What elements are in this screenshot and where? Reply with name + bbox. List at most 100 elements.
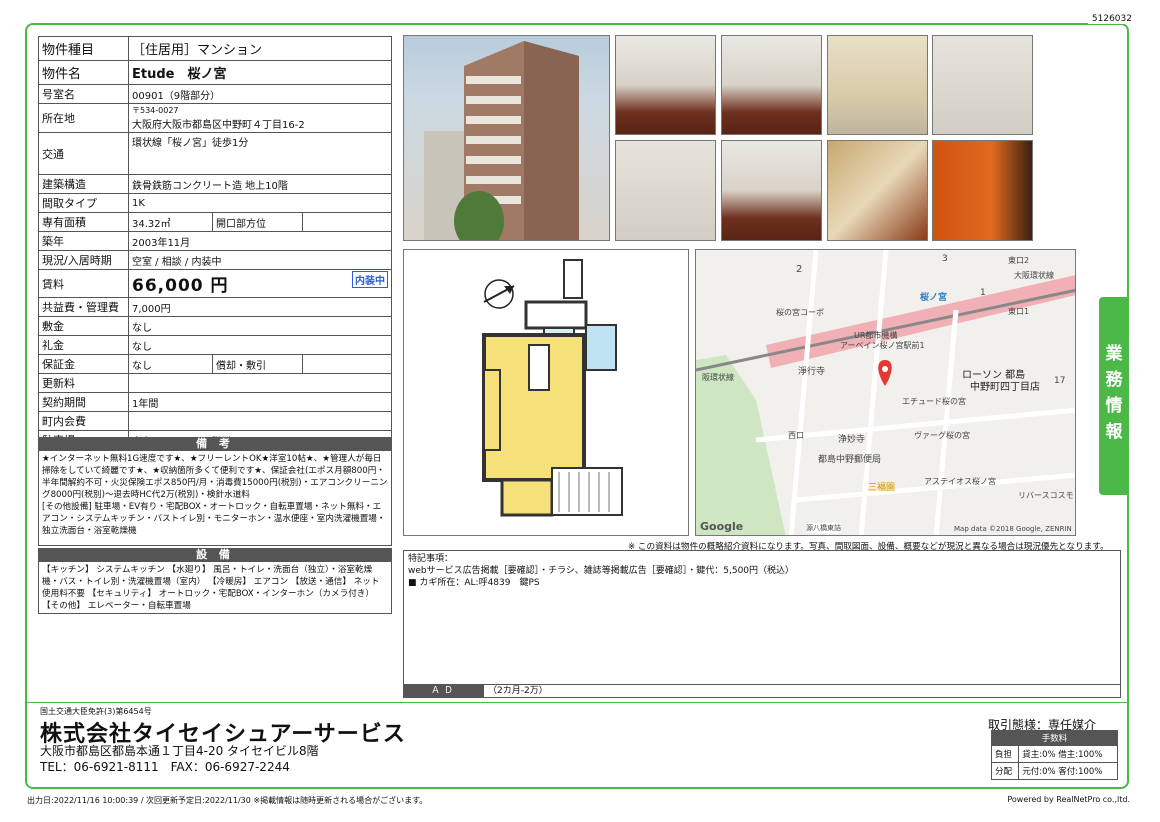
spec-row: 号室名 00901（9階部分）	[38, 84, 392, 104]
property-name: Etude 桜ノ宮	[128, 60, 392, 85]
tab-char: 情	[1105, 396, 1123, 416]
ad-label: ＡＤ	[404, 685, 484, 697]
map-label: 東口2	[1008, 256, 1030, 265]
spec-value: 00901（9階部分）	[128, 84, 392, 104]
map-label: 17	[1054, 376, 1066, 386]
business-info-tab[interactable]: 業 務 情 報	[1099, 297, 1129, 495]
powered-by: Powered by RealNetPro co.,ltd.	[1007, 795, 1130, 804]
ad-row: ＡＤ （2カ月-2万）	[403, 684, 1121, 698]
spec-value	[128, 411, 392, 431]
access-value: 環状線「桜ノ宮」徒歩1分	[128, 132, 392, 175]
spec-sub-label: 償却・敷引	[212, 354, 303, 374]
map-label: 阪環状線	[702, 373, 734, 382]
output-date: 出力日:2022/11/16 10:00:39 / 次回更新予定日:2022/1…	[27, 796, 428, 805]
hallway-photo	[827, 140, 928, 241]
spec-row: 交通 環状線「桜ノ宮」徒歩1分	[38, 132, 392, 175]
washroom-photo	[615, 140, 716, 241]
fee-row: 分配 元付:0% 客付:100%	[990, 762, 1118, 780]
spec-label: 町内会費	[38, 411, 129, 431]
map-label: エチュード桜の宮	[902, 397, 966, 406]
rent-value: 66,000 円	[132, 276, 229, 296]
spec-sub-label: 開口部方位	[212, 212, 303, 232]
company-phone: TEL：06-6921-8111 FAX：06-6927-2244	[40, 760, 290, 774]
tab-char: 報	[1105, 422, 1123, 442]
room-photo	[721, 35, 822, 135]
spec-row: 敷金 なし	[38, 316, 392, 336]
bathroom-photo	[932, 35, 1033, 135]
map-label: 西口	[788, 431, 804, 440]
postal-code: 〒534-0027	[132, 106, 179, 115]
map-label: 大阪環状線	[1014, 271, 1054, 280]
map-label: リバースコスモ	[1018, 491, 1074, 500]
location-map[interactable]: 2 3 東口2 大阪環状線 桜ノ宮 1 桜の宮コーポ 東口1 UR都市機構 アー…	[695, 249, 1076, 536]
spec-row: 共益費・管理費 7,000円	[38, 297, 392, 317]
map-label: 中野町四丁目店	[970, 382, 1040, 393]
remarks-header: 備 考	[38, 437, 392, 451]
spec-value: 空室 / 相談 / 内装中	[128, 250, 392, 270]
spec-value: なし	[128, 335, 392, 355]
equipment-text: 【キッチン】 システムキッチン 【水廻り】 風呂・トイレ・洗面台（独立）・浴室乾…	[38, 562, 392, 614]
map-label: 2	[796, 264, 803, 275]
spec-row: 賃料 内装中 66,000 円	[38, 269, 392, 298]
equipment-header: 設 備	[38, 548, 392, 562]
spec-row: 専有面積 34.32㎡ 開口部方位	[38, 212, 392, 232]
spec-label: 交通	[38, 132, 129, 175]
company-address: 大阪市都島区都島本通１丁目4-20 タイセイビル8階	[40, 744, 319, 758]
room-photo	[615, 35, 716, 135]
spec-value: 34.32㎡	[128, 212, 213, 232]
map-label: アステイオス桜ノ宮	[924, 477, 996, 486]
footer-divider	[27, 702, 1127, 703]
special-notes-line: ■ カギ所在：AL:呼4839 鍵PS	[408, 578, 540, 588]
map-label: 三福園	[868, 483, 896, 493]
spec-label: 間取タイプ	[38, 193, 129, 213]
fee-value: 元付:0% 客付:100%	[1018, 762, 1118, 780]
special-notes-box: 特記事項： webサービス広告掲載［要確認］・チラシ、雑誌等掲載広告［要確認］・…	[403, 550, 1121, 698]
north-arrow-icon	[483, 279, 515, 309]
spec-sub-value	[302, 212, 392, 232]
spec-value: ［住居用］マンション	[128, 36, 392, 61]
spec-row: 所在地 〒534-0027 大阪府大阪市都島区中野町４丁目16-2	[38, 103, 392, 133]
building-photo	[403, 35, 610, 241]
spec-value: 鉄骨鉄筋コンクリート造 地上10階	[128, 174, 392, 194]
spec-row: 町内会費	[38, 411, 392, 431]
spec-label: 保証金	[38, 354, 129, 374]
spec-label: 築年	[38, 231, 129, 251]
spec-label: 契約期間	[38, 392, 129, 412]
tab-char: 務	[1105, 370, 1123, 390]
spec-row: 保証金 なし 償却・敷引	[38, 354, 392, 374]
spec-row: 築年 2003年11月	[38, 231, 392, 251]
spec-row: 更新料	[38, 373, 392, 393]
special-notes-line: webサービス広告掲載［要確認］・チラシ、雑誌等掲載広告［要確認］・鍵代：5,5…	[408, 566, 795, 576]
spec-value: なし	[128, 316, 392, 336]
ad-value: （2カ月-2万）	[488, 686, 548, 696]
map-label: 都島中野郵便局	[818, 455, 882, 465]
spec-label: 物件名	[38, 60, 129, 85]
spec-value	[128, 373, 392, 393]
spec-row: 間取タイプ 1K	[38, 193, 392, 213]
spec-value: 2003年11月	[128, 231, 392, 251]
map-label: 東口1	[1008, 307, 1030, 316]
spec-row: 物件名 Etude 桜ノ宮	[38, 60, 392, 85]
spec-row: 礼金 なし	[38, 335, 392, 355]
spec-row: 建築構造 鉄骨鉄筋コンクリート造 地上10階	[38, 174, 392, 194]
spec-value: 1K	[128, 193, 392, 213]
spec-sub-value	[302, 354, 392, 374]
fee-key: 負担	[990, 745, 1020, 763]
kitchen-photo	[827, 35, 928, 135]
map-label: 桜ノ宮	[920, 293, 948, 303]
spec-label: 所在地	[38, 103, 129, 133]
spec-label: 物件種目	[38, 36, 129, 61]
map-label: 淨行寺	[798, 367, 826, 377]
address: 大阪府大阪市都島区中野町４丁目16-2	[132, 120, 305, 131]
map-label: アーベイン桜ノ宮駅前1	[840, 341, 925, 350]
spec-label: 更新料	[38, 373, 129, 393]
address-cell: 〒534-0027 大阪府大阪市都島区中野町４丁目16-2	[128, 103, 392, 133]
fee-title: 手数料	[991, 730, 1118, 746]
map-label: 1	[980, 288, 986, 298]
document-id: 5126032	[1087, 14, 1136, 24]
map-label: 桜の宮コーポ	[776, 308, 824, 317]
fee-value: 貸主:0% 借主:100%	[1018, 745, 1118, 763]
status-badge: 内装中	[352, 271, 388, 288]
special-notes-title: 特記事項：	[408, 554, 454, 564]
tab-char: 業	[1105, 344, 1123, 364]
